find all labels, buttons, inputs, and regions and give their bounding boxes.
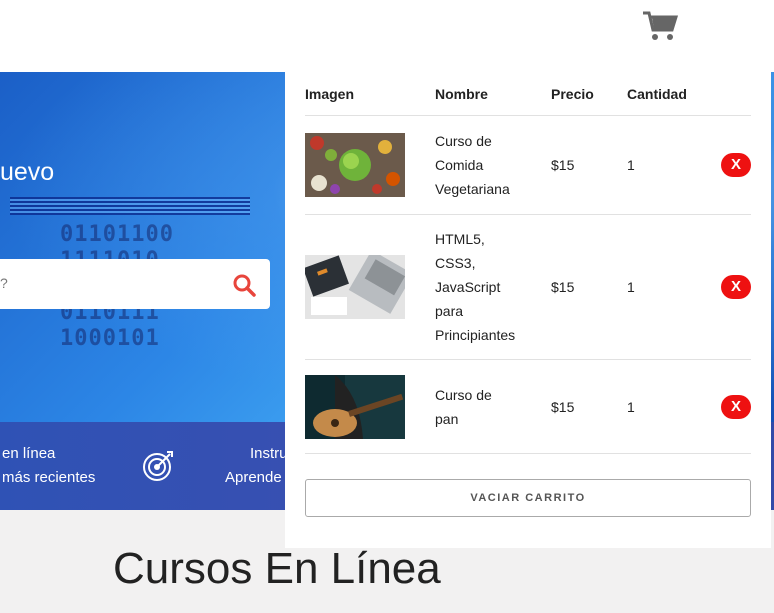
search-field[interactable]: ?: [0, 259, 270, 309]
item-name-line: pan: [435, 410, 459, 427]
col-cantidad: Cantidad: [627, 72, 715, 116]
cart-item-row: Curso de Comida Vegetariana $15 1 X: [305, 115, 751, 215]
item-name-line: JavaScript: [435, 279, 501, 295]
col-actions: [715, 72, 751, 116]
col-precio: Precio: [551, 72, 627, 116]
item-name-line: Curso de: [435, 133, 492, 149]
page-title: Cursos En Línea: [113, 544, 441, 593]
cart-item-row: Curso de pan $15 1 X: [305, 359, 751, 454]
item-name-line: HTML5,: [435, 231, 485, 247]
item-name: Curso de pan: [435, 359, 551, 454]
hero-background-graphic: 01101100 1111010 10110001 0110111 100010…: [60, 222, 174, 351]
cart-table: Imagen Nombre Precio Cantidad Curso de C…: [305, 72, 751, 454]
top-header: [0, 0, 774, 72]
feature-left-line1: en línea: [2, 445, 56, 462]
target-icon: [143, 451, 173, 481]
item-name: Curso de Comida Vegetariana: [435, 115, 551, 215]
course-thumbnail-bread: [305, 374, 405, 439]
cart-item-row: HTML5, CSS3, JavaScript para Principiant…: [305, 214, 751, 360]
col-nombre: Nombre: [435, 72, 551, 116]
remove-item-button[interactable]: X: [721, 394, 751, 419]
item-name-line: Principiantes: [435, 327, 516, 343]
feature-right-line2: Aprende: [225, 469, 282, 486]
item-name-line: Vegetariana: [435, 181, 510, 197]
course-thumbnail-web: [305, 255, 405, 319]
course-thumbnail-vegetarian: [305, 133, 405, 197]
item-quantity: 1: [627, 214, 715, 360]
item-price: $15: [551, 115, 627, 215]
item-price: $15: [551, 359, 627, 454]
feature-left-line2: más recientes: [2, 469, 96, 486]
empty-cart-button[interactable]: VACIAR CARRITO: [305, 479, 751, 517]
search-placeholder: ?: [0, 275, 8, 291]
remove-item-button[interactable]: X: [721, 153, 751, 177]
item-name-line: Comida: [435, 157, 484, 173]
item-name-line: Curso de: [435, 386, 492, 403]
item-image-cell: [305, 214, 435, 360]
cart-header-row: Imagen Nombre Precio Cantidad: [305, 72, 751, 116]
item-name-line: para: [435, 303, 464, 319]
item-actions: X: [715, 115, 751, 215]
item-actions: X: [715, 359, 751, 454]
item-quantity: 1: [627, 115, 715, 215]
col-imagen: Imagen: [305, 72, 435, 116]
hero-decoration: [10, 197, 250, 215]
search-icon[interactable]: [232, 273, 256, 297]
item-name-line: CSS3,: [435, 255, 476, 271]
hero-title: uevo: [0, 158, 55, 186]
item-image-cell: [305, 115, 435, 215]
item-image-cell: [305, 359, 435, 454]
cart-dropdown: Imagen Nombre Precio Cantidad Curso de C…: [285, 72, 771, 548]
item-price: $15: [551, 214, 627, 360]
remove-item-button[interactable]: X: [721, 275, 751, 299]
item-quantity: 1: [627, 359, 715, 454]
item-name: HTML5, CSS3, JavaScript para Principiant…: [435, 214, 551, 360]
cart-icon[interactable]: [642, 10, 678, 42]
feature-right-line1: Instru: [250, 445, 288, 462]
item-actions: X: [715, 214, 751, 360]
